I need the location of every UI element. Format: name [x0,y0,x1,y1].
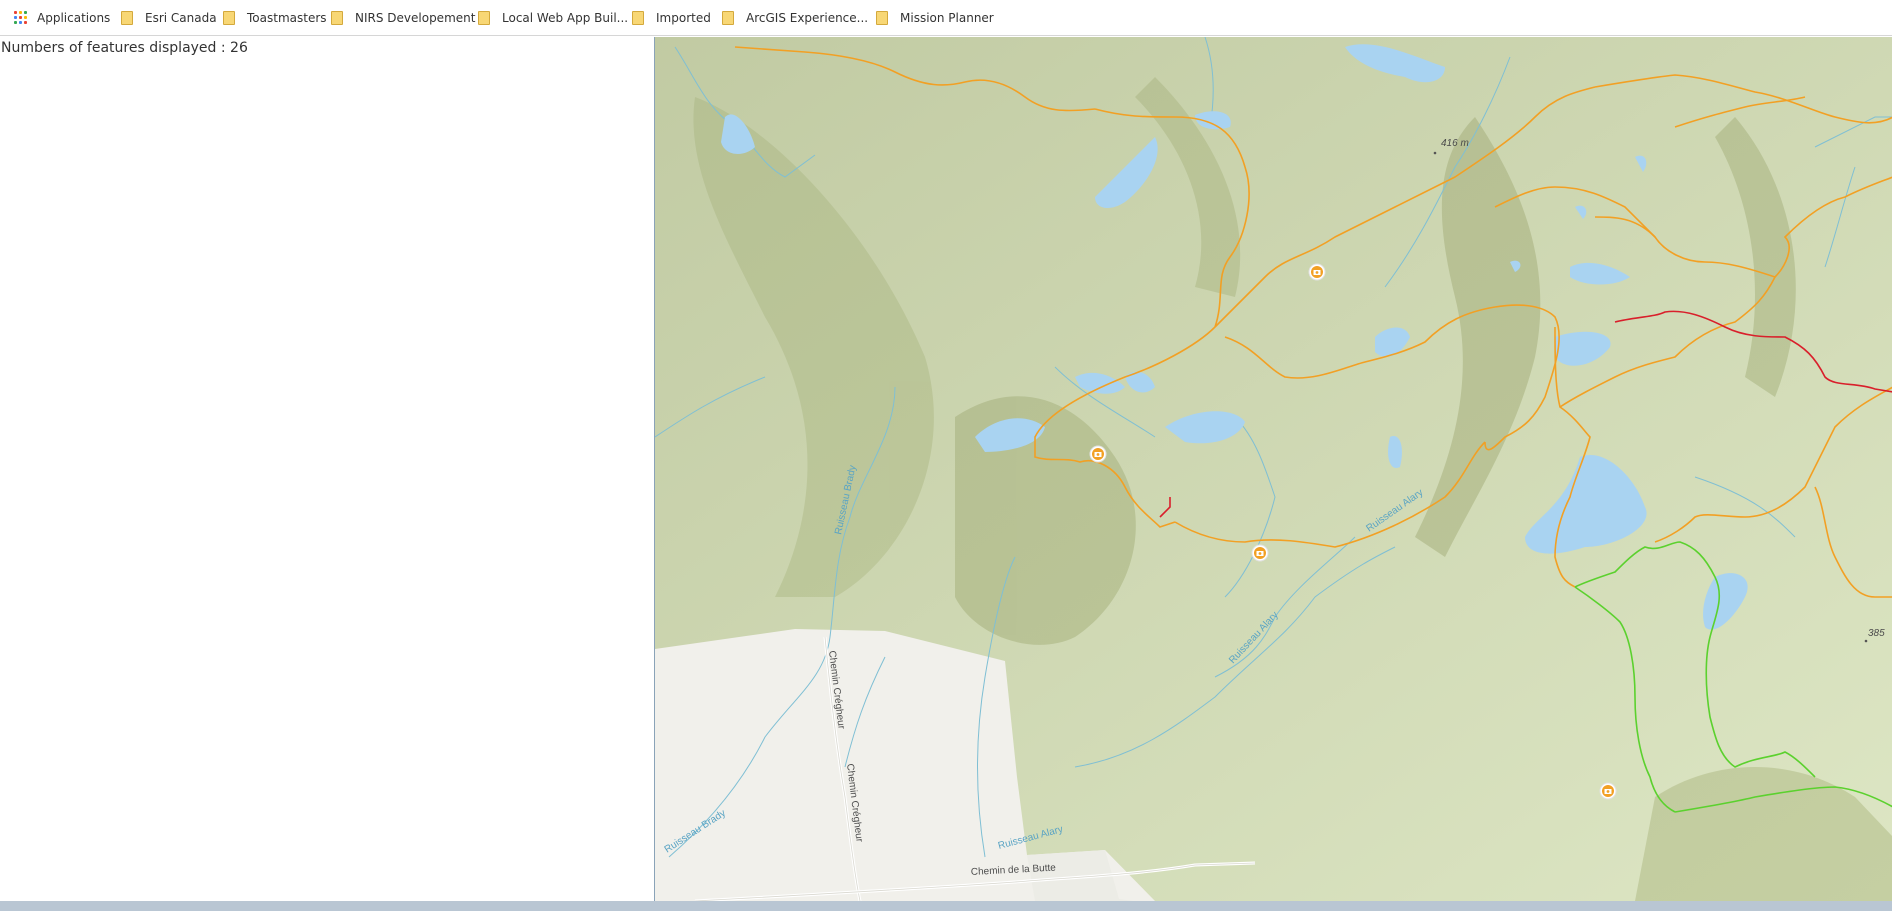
bookmark-arcgis-experience[interactable]: ArcGIS Experience... [722,8,868,28]
bookmark-label: NIRS Developement [355,11,476,25]
feature-list-panel: Numbers of features displayed : 26 [0,37,654,901]
camera-icon[interactable] [1599,782,1617,800]
bookmark-mission-planner[interactable]: Mission Planner [876,8,994,28]
feature-count-text: Numbers of features displayed : 26 [1,40,248,56]
bookmark-label: Imported [656,11,711,25]
apps-grid-icon [14,11,28,25]
folder-icon [632,11,644,25]
folder-icon [876,11,888,25]
bookmark-local-web-app-builder[interactable]: Local Web App Buil... [478,8,628,28]
folder-icon [331,11,343,25]
map-view[interactable]: 416 m 385 Ruisseau Brady Ruisseau Brady … [654,37,1892,901]
folder-icon [121,11,133,25]
bookmark-label: ArcGIS Experience... [746,11,869,25]
folder-icon [478,11,490,25]
bookmark-label: Local Web App Buil... [502,11,629,25]
map-canvas[interactable]: 416 m 385 Ruisseau Brady Ruisseau Brady … [655,37,1892,901]
camera-icon[interactable] [1251,544,1269,562]
bookmark-toastmasters[interactable]: Toastmasters [223,8,327,28]
bookmarks-bar: Applications Esri Canada Toastmasters NI… [0,0,1892,36]
bookmark-esri-canada[interactable]: Esri Canada [121,8,217,28]
folder-icon [223,11,235,25]
bookmark-nirs-developement[interactable]: NIRS Developement [331,8,475,28]
bookmark-label: Mission Planner [900,11,994,25]
elevation-label-385: 385 [1868,628,1885,639]
bookmark-label: Applications [37,11,111,25]
bookmark-imported[interactable]: Imported [632,8,711,28]
horizontal-scrollbar[interactable] [0,901,1892,911]
bookmark-applications[interactable]: Applications [14,8,110,28]
camera-icon[interactable] [1308,263,1326,281]
bookmark-label: Toastmasters [247,11,327,25]
folder-icon [722,11,734,25]
camera-icon[interactable] [1089,445,1107,463]
elevation-label-416: 416 m [1441,138,1469,149]
bookmark-label: Esri Canada [145,11,217,25]
